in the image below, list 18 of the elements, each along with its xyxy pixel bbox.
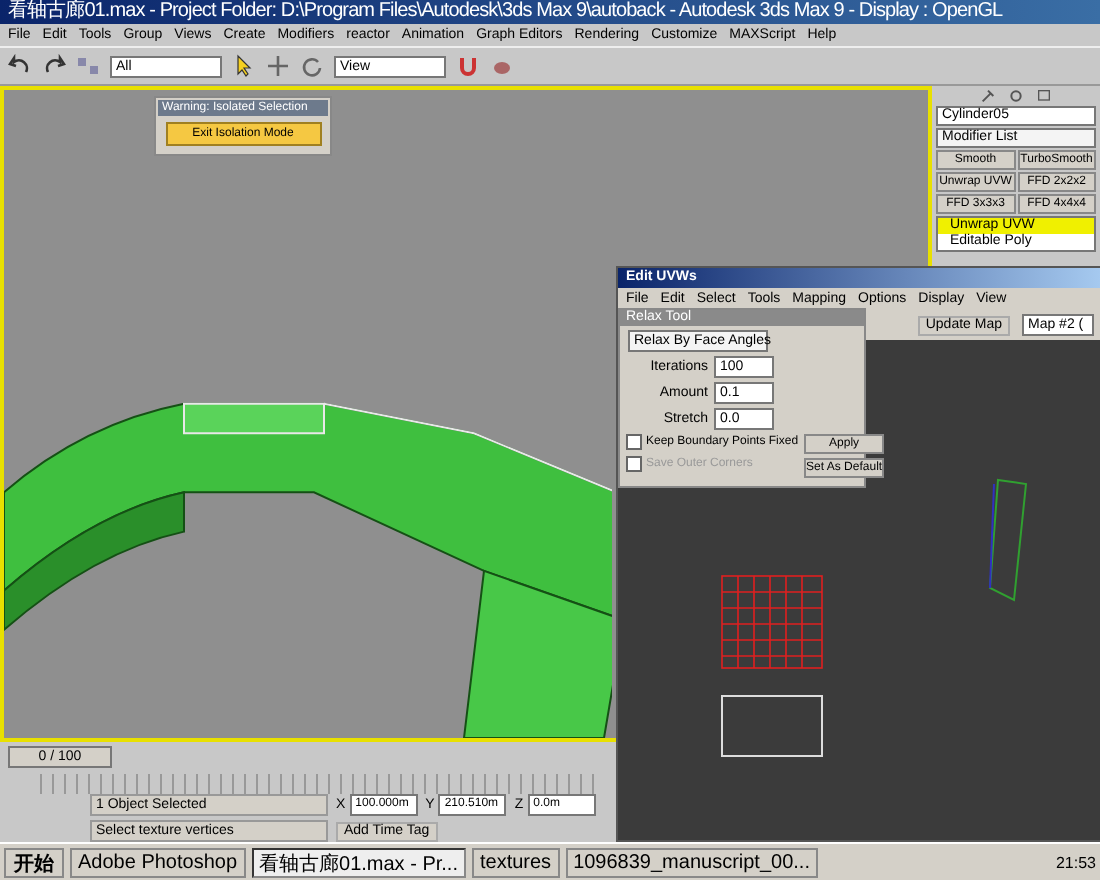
taskbar-button[interactable]: 看轴古廊01.max - Pr... — [251, 847, 466, 877]
track-bar[interactable] — [40, 774, 600, 794]
move-icon[interactable] — [266, 54, 290, 78]
rotate-icon[interactable] — [300, 54, 324, 78]
uv-strip-outline[interactable] — [988, 478, 1028, 602]
clock: 21:53 — [1055, 853, 1096, 871]
redo-icon[interactable] — [42, 54, 66, 78]
display-icon[interactable] — [1036, 88, 1052, 104]
taskbar-button[interactable]: Adobe Photoshop — [70, 847, 246, 877]
hammer-icon[interactable] — [980, 88, 996, 104]
uv-shell-outline[interactable] — [721, 695, 823, 757]
undo-icon[interactable] — [8, 54, 32, 78]
taskbar-button[interactable]: textures — [471, 847, 560, 877]
taskbar-button[interactable]: 1096839_manuscript_00... — [565, 847, 818, 877]
magnet-icon[interactable] — [456, 54, 480, 78]
select-cursor-icon[interactable] — [232, 54, 256, 78]
gear-icon[interactable] — [1008, 88, 1024, 104]
start-button[interactable]: 开始 — [4, 847, 64, 877]
